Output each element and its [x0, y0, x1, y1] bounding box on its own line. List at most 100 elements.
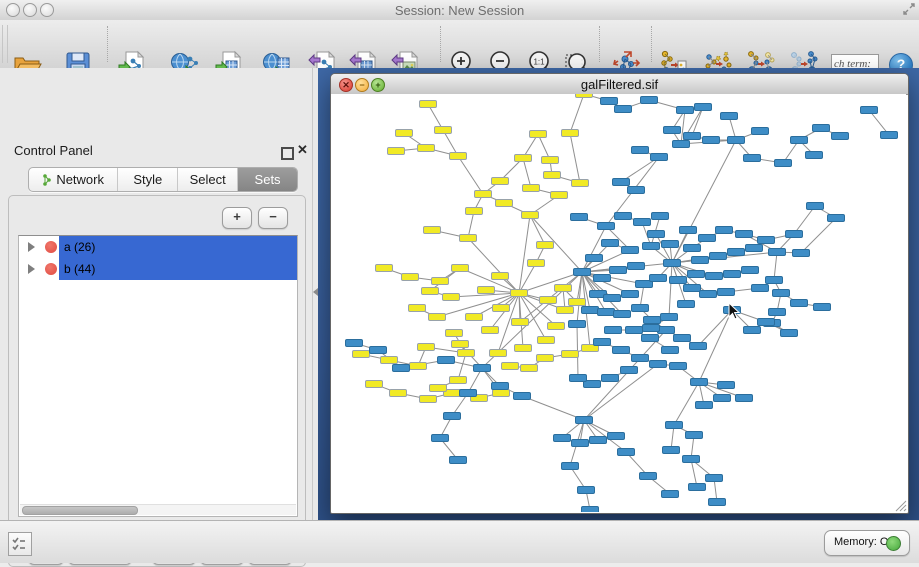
collapse-panel-icon[interactable]: [313, 288, 318, 296]
remove-set-button[interactable]: −: [258, 207, 288, 229]
graph-node[interactable]: [631, 354, 649, 362]
graph-node[interactable]: [392, 364, 410, 372]
graph-node[interactable]: [780, 329, 798, 337]
network-view-window[interactable]: ✕ − + galFiltered.sif: [330, 73, 909, 514]
graph-node[interactable]: [604, 326, 622, 334]
tab-style[interactable]: Style: [118, 168, 178, 191]
graph-node[interactable]: [511, 318, 529, 326]
graph-node[interactable]: [473, 364, 491, 372]
graph-node[interactable]: [527, 259, 545, 267]
graph-node[interactable]: [690, 378, 708, 386]
graph-node[interactable]: [449, 376, 467, 384]
graph-node[interactable]: [573, 268, 591, 276]
graph-node[interactable]: [651, 212, 669, 220]
graph-node[interactable]: [547, 322, 565, 330]
graph-node[interactable]: [589, 436, 607, 444]
graph-node[interactable]: [522, 184, 540, 192]
close-panel-icon[interactable]: ✕: [297, 142, 308, 158]
graph-node[interactable]: [539, 296, 557, 304]
graph-node[interactable]: [409, 362, 427, 370]
graph-node[interactable]: [768, 248, 786, 256]
graph-node[interactable]: [792, 249, 810, 257]
network-canvas[interactable]: [331, 94, 906, 512]
graph-node[interactable]: [451, 264, 469, 272]
graph-node[interactable]: [717, 288, 735, 296]
graph-node[interactable]: [419, 100, 437, 108]
graph-node[interactable]: [660, 313, 678, 321]
graph-node[interactable]: [375, 264, 393, 272]
graph-node[interactable]: [541, 156, 559, 164]
graph-node[interactable]: [459, 389, 477, 397]
graph-node[interactable]: [429, 384, 447, 392]
graph-node[interactable]: [682, 455, 700, 463]
graph-node[interactable]: [627, 262, 645, 270]
graph-node[interactable]: [813, 303, 831, 311]
graph-node[interactable]: [571, 179, 589, 187]
graph-node[interactable]: [683, 244, 701, 252]
graph-node[interactable]: [421, 287, 439, 295]
graph-node[interactable]: [698, 234, 716, 242]
tab-network[interactable]: Network: [29, 168, 118, 191]
graph-node[interactable]: [614, 105, 632, 113]
network-window-titlebar[interactable]: ✕ − + galFiltered.sif: [331, 74, 908, 95]
graph-node[interactable]: [492, 389, 510, 397]
graph-node[interactable]: [445, 329, 463, 337]
graph-node[interactable]: [639, 472, 657, 480]
graph-node[interactable]: [553, 434, 571, 442]
graph-node[interactable]: [709, 252, 727, 260]
graph-node[interactable]: [735, 394, 753, 402]
graph-node[interactable]: [812, 124, 830, 132]
graph-node[interactable]: [570, 213, 588, 221]
graph-node[interactable]: [617, 448, 635, 456]
window-titlebar[interactable]: Session: New Session: [0, 0, 919, 21]
graph-node[interactable]: [395, 129, 413, 137]
graph-node[interactable]: [708, 498, 726, 506]
graph-node[interactable]: [831, 132, 849, 140]
graph-node[interactable]: [449, 456, 467, 464]
graph-node[interactable]: [661, 346, 679, 354]
graph-node[interactable]: [477, 286, 495, 294]
graph-node[interactable]: [649, 360, 667, 368]
graph-node[interactable]: [380, 356, 398, 364]
scrollbar-thumb[interactable]: [22, 506, 138, 515]
graph-node[interactable]: [449, 152, 467, 160]
graph-node[interactable]: [735, 230, 753, 238]
graph-node[interactable]: [677, 300, 695, 308]
graph-node[interactable]: [474, 190, 492, 198]
graph-node[interactable]: [491, 177, 509, 185]
graph-node[interactable]: [661, 490, 679, 498]
graph-node[interactable]: [613, 310, 631, 318]
graph-node[interactable]: [593, 338, 611, 346]
fullscreen-icon[interactable]: [903, 3, 915, 18]
graph-node[interactable]: [495, 199, 513, 207]
graph-node[interactable]: [352, 350, 370, 358]
graph-node[interactable]: [627, 186, 645, 194]
expander-icon[interactable]: [28, 264, 35, 274]
graph-node[interactable]: [437, 356, 455, 364]
graph-node[interactable]: [685, 431, 703, 439]
graph-node[interactable]: [673, 334, 691, 342]
graph-node[interactable]: [513, 392, 531, 400]
graph-node[interactable]: [745, 244, 763, 252]
graph-node[interactable]: [556, 306, 574, 314]
graph-node[interactable]: [774, 159, 792, 167]
graph-node[interactable]: [785, 230, 803, 238]
graph-node[interactable]: [536, 354, 554, 362]
graph-node[interactable]: [790, 299, 808, 307]
tab-select[interactable]: Select: [178, 168, 238, 191]
graph-node[interactable]: [631, 146, 649, 154]
set-row-a[interactable]: a (26): [19, 236, 297, 258]
graph-node[interactable]: [676, 106, 694, 114]
graph-node[interactable]: [717, 381, 735, 389]
graph-node[interactable]: [805, 151, 823, 159]
graph-node[interactable]: [757, 318, 775, 326]
graph-node[interactable]: [417, 144, 435, 152]
graph-node[interactable]: [713, 394, 731, 402]
graph-node[interactable]: [389, 389, 407, 397]
graph-node[interactable]: [715, 226, 733, 234]
graph-node[interactable]: [880, 131, 898, 139]
float-panel-icon[interactable]: [281, 147, 294, 160]
graph-node[interactable]: [561, 462, 579, 470]
graph-node[interactable]: [561, 350, 579, 358]
add-set-button[interactable]: +: [222, 207, 252, 229]
